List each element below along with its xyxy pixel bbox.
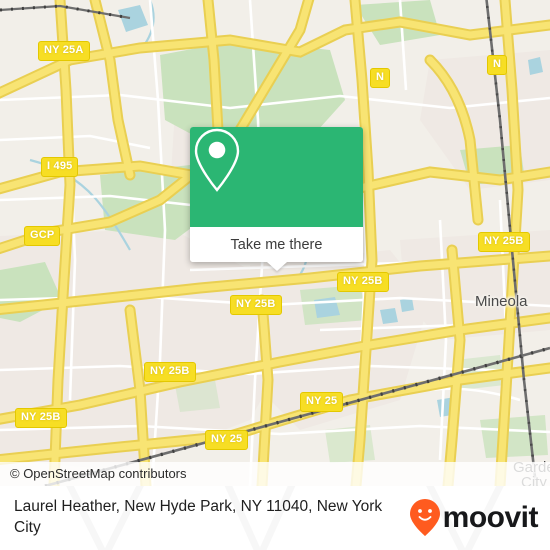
road-shield: NY 25A	[38, 41, 90, 61]
map-attribution[interactable]: © OpenStreetMap contributors	[0, 462, 550, 486]
popup-pointer	[266, 262, 287, 271]
moovit-logo[interactable]: moovit	[409, 498, 539, 538]
address-text: Laurel Heather, New Hyde Park, NY 11040,…	[14, 498, 383, 536]
road-shield: N	[370, 68, 391, 88]
popup-header	[190, 127, 363, 227]
moovit-pin-icon	[409, 499, 440, 536]
road-shield: GCP	[24, 226, 61, 246]
footer-bar: Laurel Heather, New Hyde Park, NY 11040,…	[0, 486, 550, 550]
map-pin-icon	[194, 128, 240, 192]
take-me-there-button[interactable]: Take me there	[190, 227, 363, 262]
road-shield: NY 25B	[230, 295, 282, 315]
place-label-mineola: Mineola	[475, 293, 528, 310]
map-screenshot: NY 25A N N I 495 GCP NY 25B NY 25B NY 25…	[0, 0, 550, 550]
road-shield: NY 25B	[478, 232, 530, 252]
location-address: Laurel Heather, New Hyde Park, NY 11040,…	[14, 497, 389, 539]
map-canvas[interactable]: NY 25A N N I 495 GCP NY 25B NY 25B NY 25…	[0, 0, 550, 486]
moovit-wordmark: moovit	[442, 501, 539, 534]
attribution-text: © OpenStreetMap contributors	[10, 466, 187, 481]
take-me-there-label: Take me there	[230, 236, 323, 253]
road-shield: NY 25	[205, 430, 249, 450]
road-shield: NY 25B	[15, 408, 67, 428]
road-shield: NY 25B	[144, 362, 196, 382]
road-shield: NY 25B	[337, 272, 389, 292]
road-shield: N	[487, 55, 508, 75]
destination-popup-card[interactable]: Take me there	[190, 127, 363, 271]
road-shield: NY 25	[300, 392, 344, 412]
road-shield: I 495	[41, 157, 79, 177]
